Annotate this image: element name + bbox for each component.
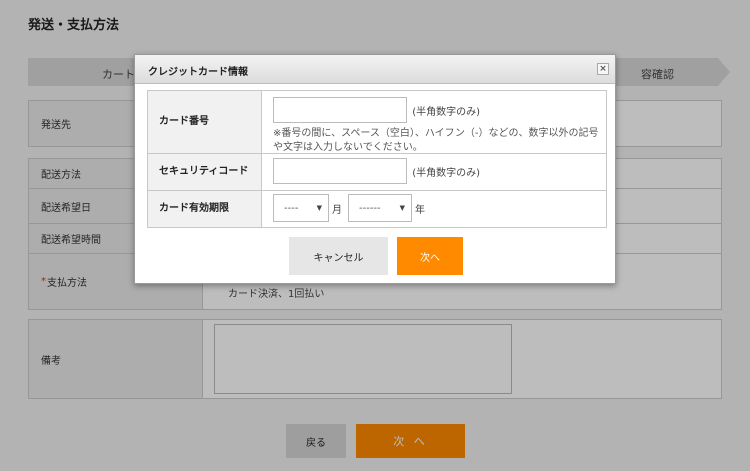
- expiry-year-value: ------: [359, 202, 381, 214]
- expiry-month-unit: 月: [332, 204, 342, 216]
- card-number-hint: (半角数字のみ): [412, 106, 480, 118]
- card-form-table: カード番号 (半角数字のみ) ※番号の間に、スペース（空白）、ハイフン（-）など…: [147, 90, 607, 228]
- next-button[interactable]: 次へ: [397, 237, 463, 275]
- expiry-label: カード有効期限: [148, 191, 262, 227]
- cancel-button[interactable]: キャンセル: [289, 237, 388, 275]
- chevron-down-icon: ▼: [316, 204, 322, 212]
- card-number-note: ※番号の間に、スペース（空白）、ハイフン（-）などの、数字以外の記号や文字は入力…: [273, 128, 599, 153]
- expiry-year-select[interactable]: ------ ▼: [348, 194, 412, 222]
- card-number-input[interactable]: [273, 97, 407, 123]
- chevron-down-icon: ▼: [399, 204, 405, 212]
- expiry-year-unit: 年: [415, 204, 425, 216]
- security-code-hint: (半角数字のみ): [412, 167, 480, 179]
- security-code-label: セキュリティコード: [148, 154, 262, 190]
- dialog-title: クレジットカード情報: [148, 67, 248, 78]
- card-number-label: カード番号: [148, 91, 262, 153]
- credit-card-dialog: クレジットカード情報 × カード番号 (半角数字のみ) ※番号の間に、スペース（…: [134, 54, 616, 284]
- dialog-header: クレジットカード情報 ×: [135, 55, 615, 84]
- close-icon[interactable]: ×: [597, 63, 609, 75]
- expiry-month-select[interactable]: ---- ▼: [273, 194, 329, 222]
- security-code-input[interactable]: [273, 158, 407, 184]
- expiry-month-value: ----: [284, 202, 299, 214]
- dialog-buttons: キャンセル 次へ: [135, 237, 615, 275]
